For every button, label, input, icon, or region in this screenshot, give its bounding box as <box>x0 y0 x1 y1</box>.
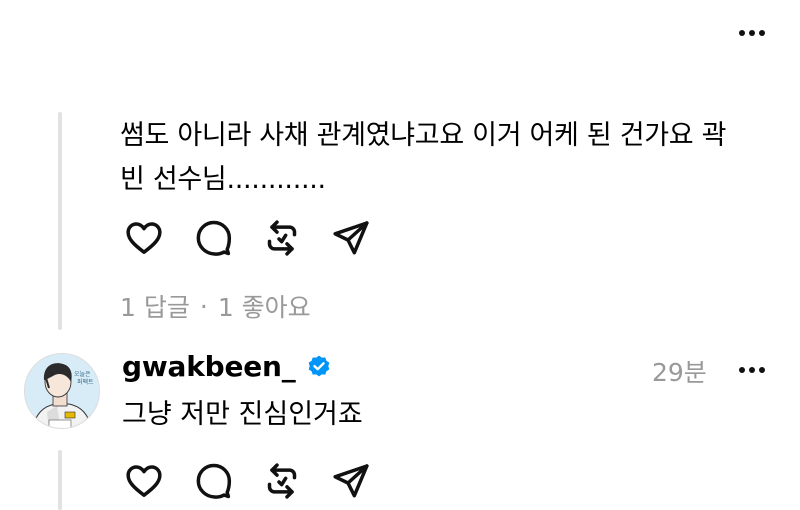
post-text-line-2: 빈 선수님............ <box>120 164 326 195</box>
more-dot <box>749 367 755 373</box>
heart-icon <box>126 465 162 497</box>
post-more-button[interactable] <box>739 30 765 36</box>
meta-separator: · <box>199 291 208 321</box>
reply-header: gwakbeen_ <box>122 350 332 383</box>
comment-icon <box>196 220 232 256</box>
avatar-caption-1: 오늘은 <box>74 371 91 378</box>
comment-button[interactable] <box>191 459 235 503</box>
avatar[interactable]: 오늘은 퍼펙트 <box>24 353 100 429</box>
share-button[interactable] <box>329 216 373 260</box>
reply-count-link[interactable]: 1 답글 <box>120 288 190 324</box>
more-dot <box>749 30 755 36</box>
like-button[interactable] <box>122 459 166 503</box>
reply-text: 그냥 저만 진심인거죠 <box>122 399 363 430</box>
like-count-link[interactable]: 1 좋아요 <box>218 288 311 324</box>
comment-icon <box>196 463 232 499</box>
repost-button[interactable] <box>260 459 304 503</box>
post-text-line-1: 썸도 아니라 사채 관계였냐고요 이거 어케 된 건가요 곽 <box>120 120 727 151</box>
verified-badge-icon <box>308 355 329 376</box>
reply-more-button[interactable] <box>739 367 765 373</box>
more-horizontal-icon <box>739 30 745 36</box>
thread-line-top <box>58 112 62 330</box>
post-meta: 1 답글 · 1 좋아요 <box>120 288 311 324</box>
repost-button[interactable] <box>260 216 304 260</box>
post-text: 썸도 아니라 사채 관계였냐고요 이거 어케 된 건가요 곽 빈 선수님....… <box>120 114 780 202</box>
share-button[interactable] <box>329 459 373 503</box>
more-horizontal-icon <box>739 367 745 373</box>
thread-line-bottom <box>58 450 62 510</box>
avatar-illustration: 오늘은 퍼펙트 <box>25 354 99 428</box>
send-icon <box>333 464 369 498</box>
send-icon <box>333 221 369 255</box>
avatar-caption-2: 퍼펙트 <box>77 378 94 386</box>
post-actions <box>122 216 398 260</box>
more-dot <box>759 367 765 373</box>
more-dot <box>759 30 765 36</box>
reply-timestamp: 29분 <box>652 358 707 387</box>
comment-button[interactable] <box>191 216 235 260</box>
repost-icon <box>267 463 297 499</box>
reply-actions <box>122 459 398 503</box>
like-button[interactable] <box>122 216 166 260</box>
repost-icon <box>267 220 297 256</box>
heart-icon <box>126 222 162 254</box>
reply-username[interactable]: gwakbeen_ <box>122 350 296 383</box>
